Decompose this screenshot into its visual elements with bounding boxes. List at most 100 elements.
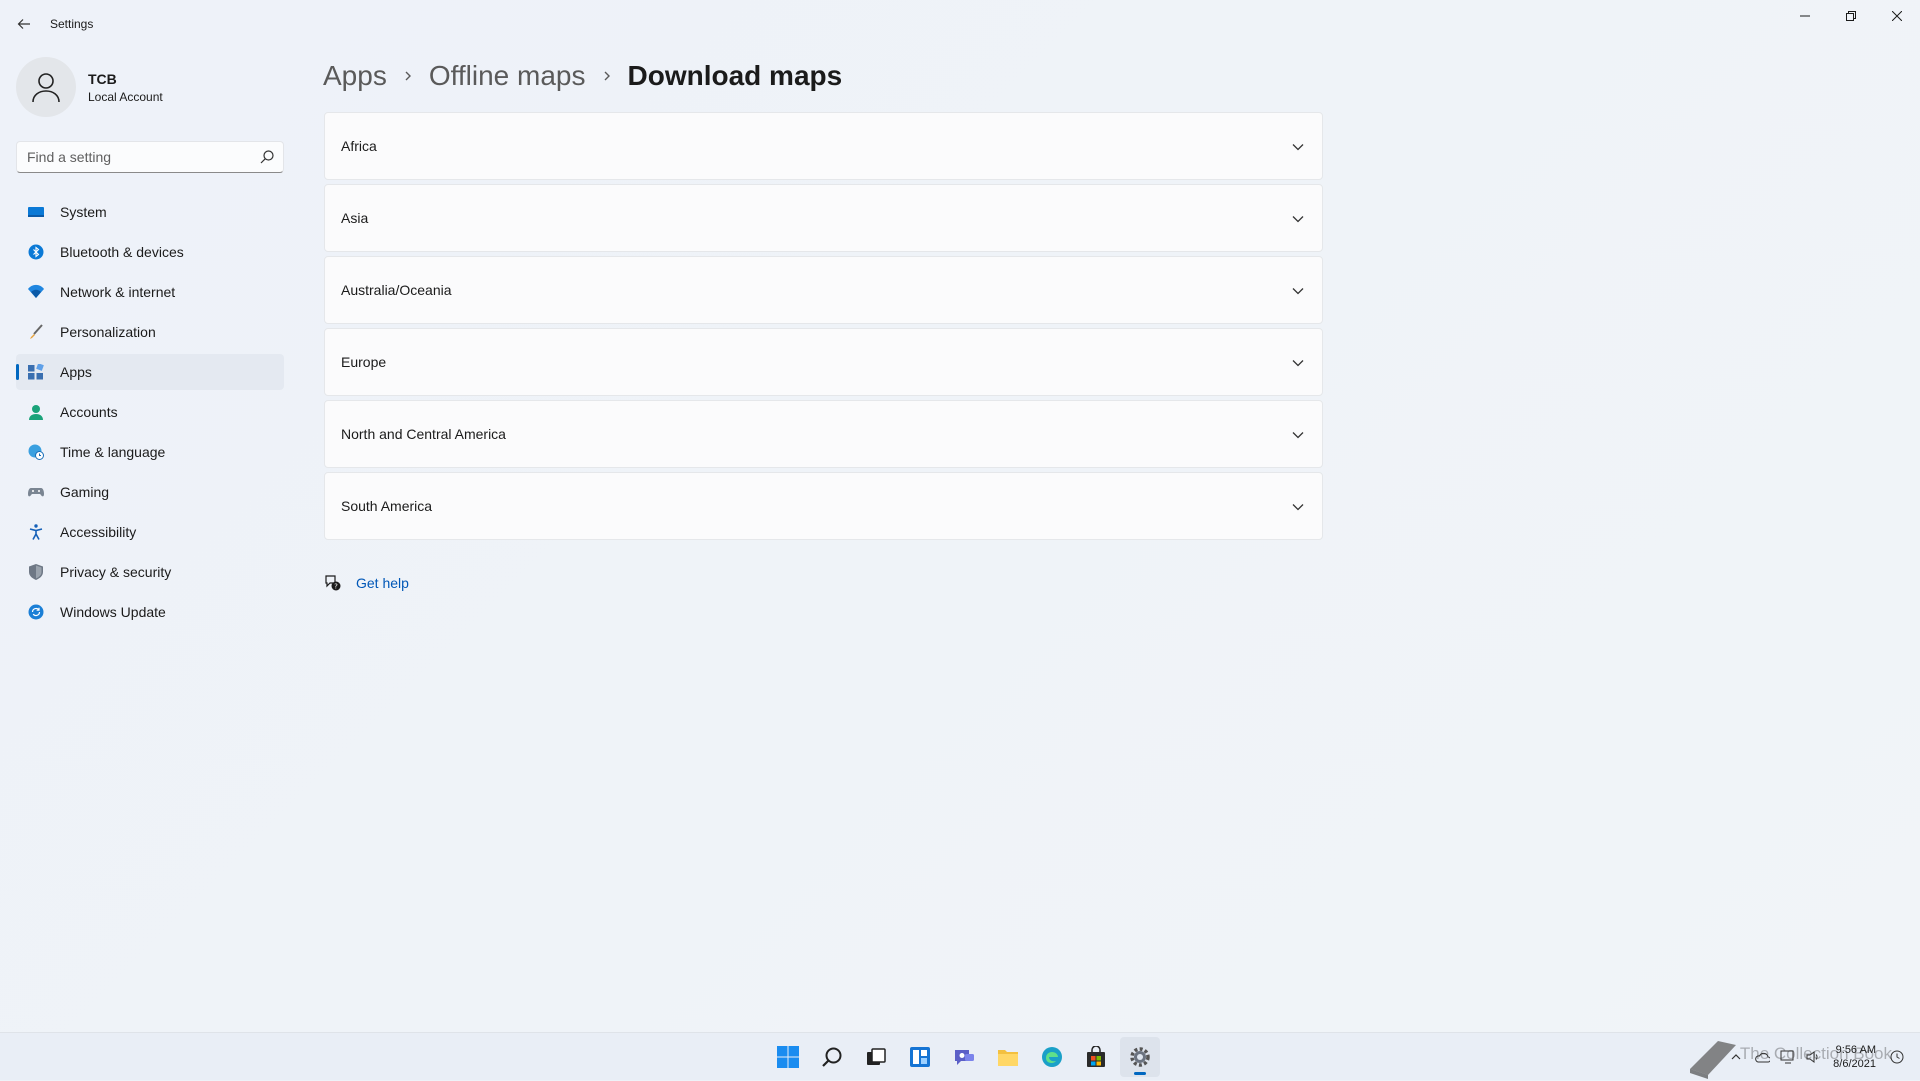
- person-icon: [28, 404, 44, 420]
- region-label: Australia/Oceania: [341, 282, 452, 298]
- sidebar-item-label: Apps: [60, 364, 92, 380]
- taskbar-clock[interactable]: 9:56 AM 8/6/2021: [1833, 1043, 1876, 1071]
- sidebar-item-label: Accessibility: [60, 524, 137, 540]
- store-button[interactable]: [1076, 1037, 1116, 1077]
- user-profile[interactable]: TCB Local Account: [16, 57, 286, 117]
- sidebar-item-gaming[interactable]: Gaming: [16, 474, 284, 510]
- clock-date: 8/6/2021: [1833, 1058, 1876, 1070]
- close-button[interactable]: [1874, 0, 1920, 32]
- get-help[interactable]: ? Get help: [324, 574, 409, 592]
- breadcrumb-offline-maps[interactable]: Offline maps: [429, 60, 586, 92]
- settings-button[interactable]: [1120, 1037, 1160, 1077]
- search-input[interactable]: [17, 142, 247, 172]
- chevron-down-icon[interactable]: [1290, 427, 1306, 443]
- brush-icon: [28, 324, 44, 340]
- start-button[interactable]: [768, 1037, 808, 1077]
- chat-button[interactable]: [944, 1037, 984, 1077]
- sidebar-item-label: Time & language: [60, 444, 166, 460]
- sidebar-item-accessibility[interactable]: Accessibility: [16, 514, 284, 550]
- region-label: Africa: [341, 138, 377, 154]
- back-button[interactable]: [12, 12, 36, 36]
- sidebar-item-label: Personalization: [60, 324, 156, 340]
- sidebar-item-label: System: [60, 204, 107, 220]
- region-list: Africa Asia Australia/Oceania Europe Nor…: [324, 112, 1323, 544]
- profile-account-type: Local Account: [88, 90, 163, 104]
- volume-icon[interactable]: [1802, 1045, 1826, 1069]
- update-icon: [28, 604, 44, 620]
- region-label: North and Central America: [341, 426, 506, 442]
- page-title: Download maps: [627, 60, 843, 91]
- chevron-down-icon[interactable]: [1290, 283, 1306, 299]
- task-view-button[interactable]: [856, 1037, 896, 1077]
- chat-icon: [955, 1050, 974, 1065]
- region-europe[interactable]: Europe: [324, 328, 1323, 396]
- profile-name: TCB: [88, 71, 117, 87]
- sidebar-item-network[interactable]: Network & internet: [16, 274, 284, 310]
- help-chat-icon: ?: [325, 575, 341, 591]
- window-title: Settings: [50, 17, 94, 31]
- settings-icon: [1130, 1047, 1150, 1067]
- minimize-icon: [1800, 15, 1810, 17]
- breadcrumb-apps[interactable]: Apps: [323, 60, 387, 92]
- task-view-icon: [867, 1048, 886, 1065]
- sidebar-item-label: Bluetooth & devices: [60, 244, 184, 260]
- sidebar-item-label: Gaming: [60, 484, 110, 500]
- active-indicator: [16, 364, 19, 380]
- sidebar-item-bluetooth[interactable]: Bluetooth & devices: [16, 234, 284, 270]
- sidebar-item-privacy-security[interactable]: Privacy & security: [16, 554, 284, 590]
- apps-icon: [28, 364, 44, 380]
- get-help-link[interactable]: Get help: [356, 575, 409, 591]
- restore-icon: [1846, 11, 1856, 21]
- system-tray: 9:56 AM 8/6/2021: [1723, 1033, 1910, 1081]
- sidebar-item-label: Accounts: [60, 404, 118, 420]
- window-controls: [1782, 0, 1920, 32]
- chevron-down-icon[interactable]: [1290, 499, 1306, 515]
- restore-button[interactable]: [1828, 0, 1874, 32]
- file-explorer-icon: [998, 1050, 1018, 1066]
- region-label: South America: [341, 498, 433, 514]
- network-icon: [28, 284, 44, 300]
- widgets-button[interactable]: [900, 1037, 940, 1077]
- sidebar-item-label: Privacy & security: [60, 564, 172, 580]
- system-icon: [28, 204, 44, 220]
- edge-button[interactable]: [1032, 1037, 1072, 1077]
- settings-window: Settings TCB Local Account Find a settin…: [0, 0, 1920, 1032]
- file-explorer-button[interactable]: [988, 1037, 1028, 1077]
- region-asia[interactable]: Asia: [324, 184, 1323, 252]
- region-label: Europe: [341, 354, 387, 370]
- sidebar-item-apps[interactable]: Apps: [16, 354, 284, 390]
- region-south-america[interactable]: South America: [324, 472, 1323, 540]
- chevron-up-icon[interactable]: [1724, 1045, 1748, 1069]
- store-icon: [1087, 1046, 1105, 1067]
- chevron-right-icon: [602, 70, 612, 82]
- chevron-right-icon: [403, 70, 413, 82]
- chevron-down-icon[interactable]: [1290, 211, 1306, 227]
- edge-icon: [1042, 1047, 1062, 1067]
- bluetooth-icon: [28, 244, 44, 260]
- sidebar-item-accounts[interactable]: Accounts: [16, 394, 284, 430]
- region-north-central-america[interactable]: North and Central America: [324, 400, 1323, 468]
- sidebar-item-time-language[interactable]: Time & language: [16, 434, 284, 470]
- chevron-down-icon[interactable]: [1290, 355, 1306, 371]
- person-icon: [32, 73, 60, 103]
- search-icon[interactable]: [259, 149, 275, 165]
- taskbar-apps: [766, 1033, 1162, 1081]
- sidebar-nav: System Bluetooth & devices Network & int…: [16, 194, 284, 634]
- taskbar: The Collection Book 9:56 AM 8/6/2021: [0, 1032, 1920, 1080]
- avatar: [16, 57, 76, 117]
- network-status-icon[interactable]: [1776, 1045, 1800, 1069]
- back-arrow-icon: [17, 19, 30, 29]
- sidebar-item-personalization[interactable]: Personalization: [16, 314, 284, 350]
- minimize-button[interactable]: [1782, 0, 1828, 32]
- chevron-down-icon[interactable]: [1290, 139, 1306, 155]
- region-africa[interactable]: Africa: [324, 112, 1323, 180]
- gamepad-icon: [28, 484, 44, 500]
- region-australia-oceania[interactable]: Australia/Oceania: [324, 256, 1323, 324]
- taskbar-search-button[interactable]: [812, 1037, 852, 1077]
- shield-icon: [28, 564, 44, 580]
- sidebar-item-system[interactable]: System: [16, 194, 284, 230]
- onedrive-icon[interactable]: [1750, 1045, 1774, 1069]
- accessibility-icon: [28, 524, 44, 540]
- sidebar-item-windows-update[interactable]: Windows Update: [16, 594, 284, 630]
- notifications-icon[interactable]: [1885, 1045, 1909, 1069]
